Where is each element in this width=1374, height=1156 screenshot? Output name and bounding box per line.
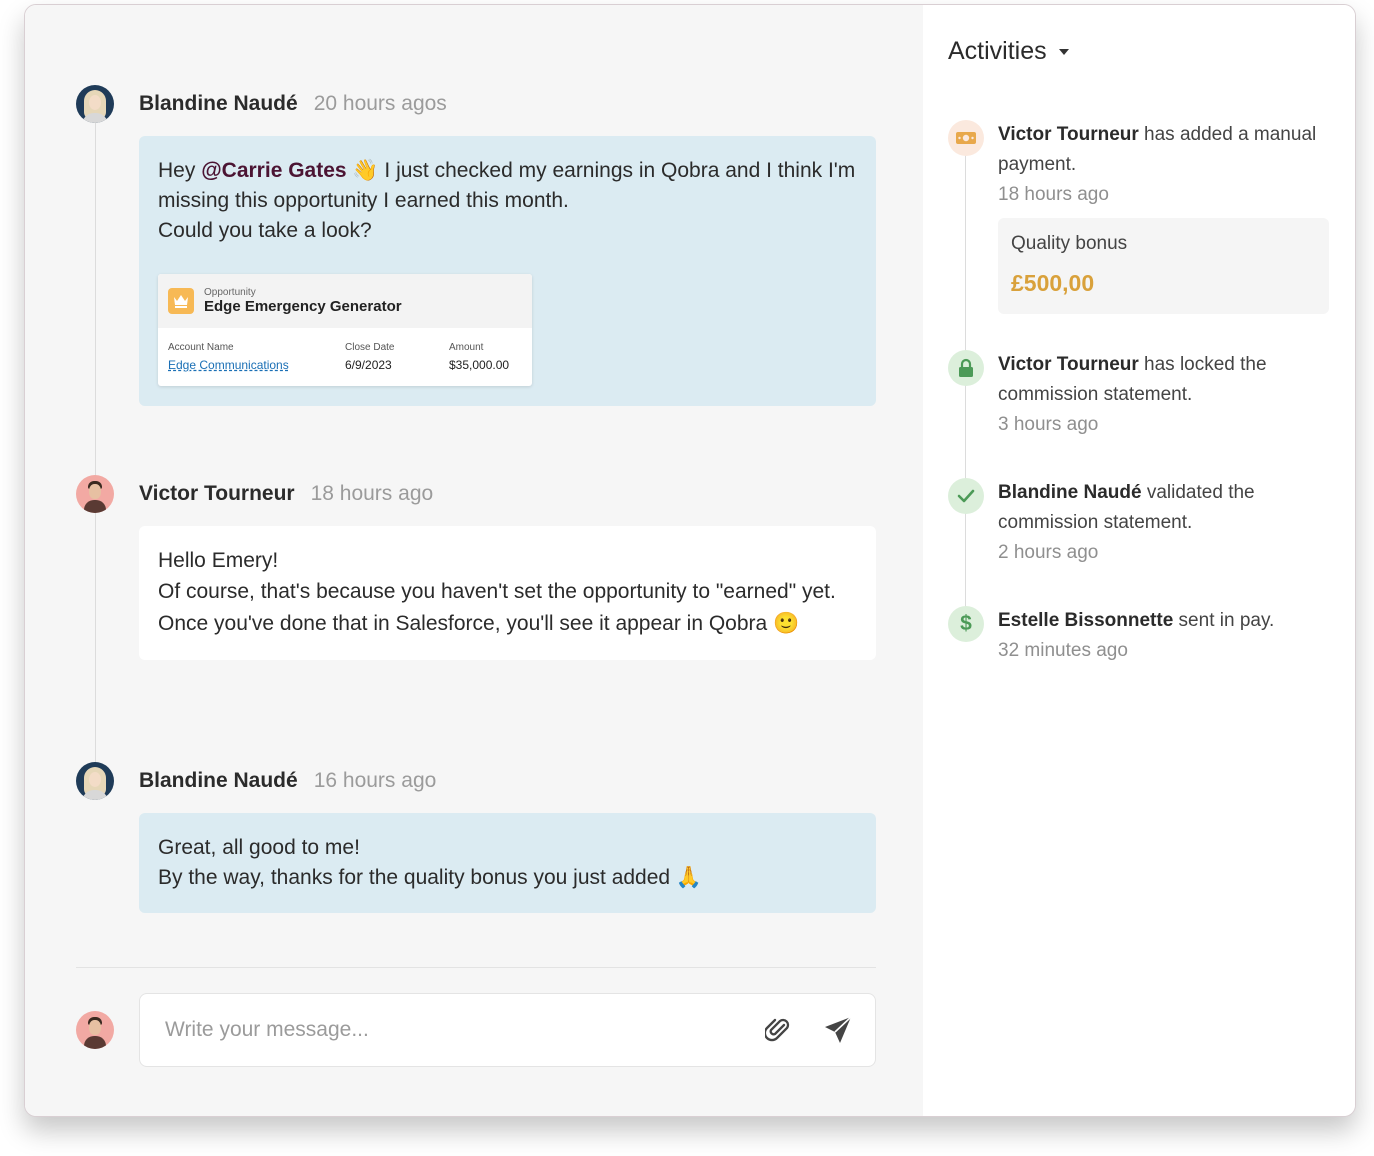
avatar[interactable] (76, 85, 114, 123)
message-text-line: Could you take a look? (158, 219, 372, 242)
field-label: Amount (449, 342, 484, 353)
activity-item: Victor Tourneur has added a manual payme… (948, 120, 1338, 314)
activity-action: sent in pay. (1173, 610, 1275, 631)
check-icon (948, 478, 984, 514)
bonus-label: Quality bonus (1011, 233, 1128, 254)
activity-time: 3 hours ago (998, 414, 1099, 435)
field-label: Close Date (345, 342, 395, 353)
avatar[interactable] (76, 762, 114, 800)
send-icon[interactable] (823, 1015, 853, 1050)
lock-icon (948, 350, 984, 386)
message-text-line: By the way, thanks for the quality bonus… (158, 866, 703, 889)
caret-down-icon (1058, 48, 1069, 55)
message-bubble: Great, all good to me! By the way, thank… (139, 813, 876, 913)
money-icon (948, 120, 984, 156)
paperclip-icon[interactable] (763, 1016, 791, 1049)
activity-item: Blandine Naudé validated the commission … (948, 478, 1338, 568)
account-link[interactable]: Edge Communications (168, 357, 345, 373)
activity-actor[interactable]: Victor Tourneur (998, 354, 1139, 375)
message-header: Blandine Naudé 20 hours agos (76, 84, 876, 124)
activities-title: Activities (948, 37, 1047, 65)
message-author[interactable]: Blandine Naudé (139, 769, 298, 793)
message-text-line: Of course, that's because you haven't se… (158, 580, 836, 635)
message-time: 20 hours agos (313, 92, 447, 115)
conversation-panel: Blandine Naudé 20 hours agos Hey @Carrie… (24, 4, 1356, 1117)
message-author[interactable]: Victor Tourneur (139, 482, 295, 506)
field-value: $35,000.00 (449, 358, 510, 372)
dollar-icon: $ (948, 606, 984, 642)
activities-panel: Activities Victor Tourneur has added a m… (923, 5, 1355, 1116)
field-value: 6/9/2023 (345, 358, 392, 372)
message-bubble: Hello Emery! Of course, that's because y… (139, 526, 876, 660)
opportunity-card-header: Opportunity Edge Emergency Generator (158, 274, 532, 328)
opportunity-title[interactable]: Edge Emergency Generator (204, 298, 402, 316)
message-bubble: Hey @Carrie Gates 👋 I just checked my ea… (139, 136, 876, 406)
field-label: Account Name (168, 342, 234, 353)
activity-time: 32 minutes ago (998, 640, 1128, 661)
message-text-start: Hey (158, 159, 202, 182)
bonus-amount: £500,00 (1011, 270, 1095, 296)
activity-text: Estelle Bissonnette sent in pay. (998, 606, 1338, 636)
message-header: Blandine Naudé 16 hours ago (76, 761, 876, 801)
message-input[interactable] (165, 1018, 735, 1042)
opportunity-field: Close Date 6/9/2023 (345, 341, 449, 373)
opportunity-field: Account Name Edge Communications (168, 341, 345, 373)
activity-actor[interactable]: Victor Tourneur (998, 124, 1139, 145)
activity-actor[interactable]: Estelle Bissonnette (998, 610, 1173, 631)
opportunity-card[interactable]: Opportunity Edge Emergency Generator Acc… (158, 274, 532, 386)
avatar[interactable] (76, 475, 114, 513)
divider (76, 967, 876, 968)
activity-item: $ Estelle Bissonnette sent in pay. 32 mi… (948, 606, 1338, 666)
activity-text: Victor Tourneur has added a manual payme… (998, 120, 1338, 180)
message-text: Hey @Carrie Gates 👋 I just checked my ea… (158, 156, 857, 216)
chat-area: Blandine Naudé 20 hours agos Hey @Carrie… (25, 5, 923, 1116)
message-time: 18 hours ago (310, 482, 434, 505)
message-header: Victor Tourneur 18 hours ago (76, 474, 876, 514)
crown-icon (168, 288, 194, 314)
message-time: 16 hours ago (313, 769, 437, 792)
activity-text: Blandine Naudé validated the commission … (998, 478, 1338, 538)
message: Victor Tourneur 18 hours ago Hello Emery… (76, 474, 876, 660)
activity-item: Victor Tourneur has locked the commissio… (948, 350, 1338, 440)
mention-link[interactable]: @Carrie Gates (201, 159, 346, 182)
message: Blandine Naudé 20 hours agos Hey @Carrie… (76, 84, 876, 406)
activity-actor[interactable]: Blandine Naudé (998, 482, 1142, 503)
opportunity-field: Amount $35,000.00 (449, 341, 509, 373)
message-text-line: Great, all good to me! (158, 836, 360, 859)
message-composer (139, 993, 876, 1067)
activity-time: 18 hours ago (998, 184, 1109, 205)
current-user-avatar[interactable] (76, 1011, 114, 1049)
opportunity-fields: Account Name Edge Communications Close D… (158, 328, 532, 373)
message: Blandine Naudé 16 hours ago Great, all g… (76, 761, 876, 913)
activity-text: Victor Tourneur has locked the commissio… (998, 350, 1338, 410)
bonus-card: Quality bonus £500,00 (998, 218, 1329, 314)
activities-dropdown[interactable]: Activities (948, 37, 1069, 66)
activity-time: 2 hours ago (998, 542, 1099, 563)
message-author[interactable]: Blandine Naudé (139, 92, 298, 116)
message-text-line: Hello Emery! (158, 549, 279, 572)
opportunity-type-label: Opportunity (204, 286, 256, 298)
